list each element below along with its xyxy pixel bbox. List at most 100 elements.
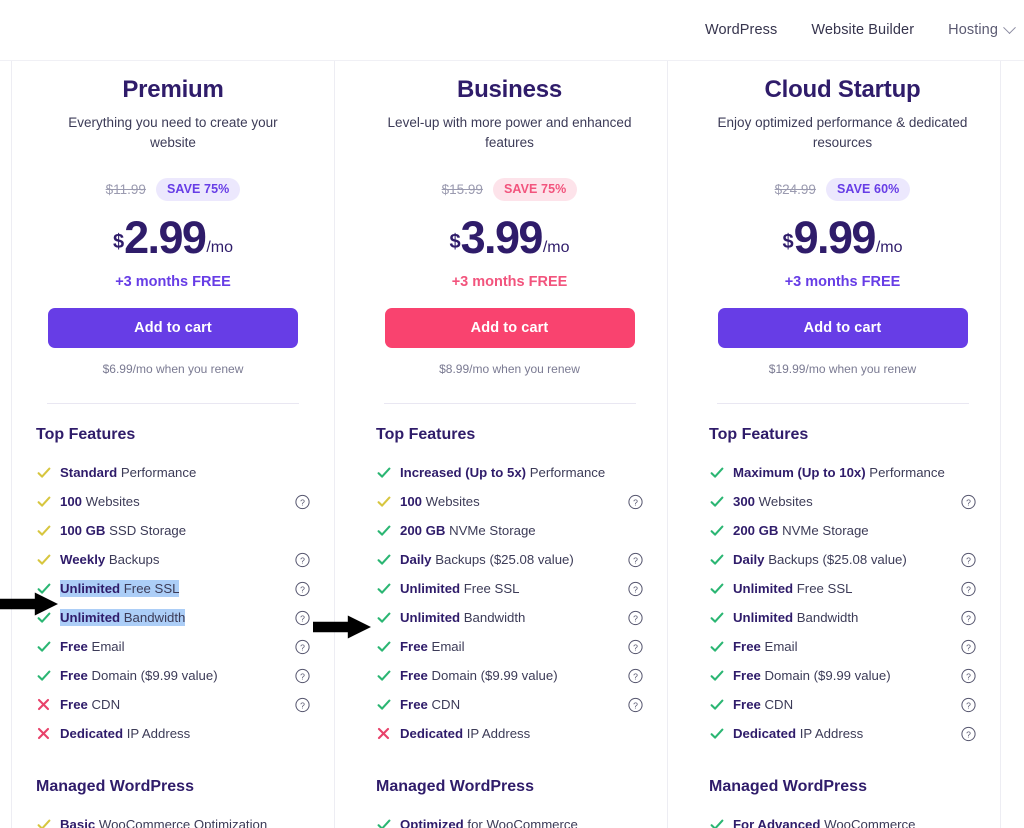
help-icon[interactable]: ? [295, 552, 310, 567]
feature-rest: Domain ($9.99 value) [87, 668, 218, 683]
feature-row: 100 Websites? [376, 487, 643, 516]
help-icon[interactable]: ? [628, 610, 643, 625]
feature-row: Free Domain ($9.99 value)? [709, 661, 976, 690]
feature-highlight: Free [60, 639, 88, 654]
feature-highlight: Dedicated [733, 726, 797, 741]
feature-row: Dedicated IP Address? [709, 719, 976, 748]
feature-text: Unlimited Bandwidth [60, 609, 186, 626]
add-to-cart-button[interactable]: Add to cart [717, 308, 968, 348]
feature-text: Free Domain ($9.99 value) [60, 667, 218, 684]
help-icon[interactable]: ? [961, 668, 976, 683]
managed-wordpress-list: For Advanced WooCommerce [709, 810, 976, 828]
check-icon-partial [36, 524, 51, 538]
help-icon[interactable]: ? [295, 639, 310, 654]
check-icon [709, 698, 724, 712]
feature-highlight: Standard [60, 465, 118, 480]
top-features-list: Increased (Up to 5x) Performance 100 Webs… [376, 458, 643, 748]
svg-text:?: ? [966, 729, 971, 739]
help-icon[interactable]: ? [628, 697, 643, 712]
help-icon[interactable]: ? [961, 494, 976, 509]
divider [47, 403, 299, 404]
feature-row: Free Email? [709, 632, 976, 661]
feature-text: 300 Websites [733, 493, 813, 510]
help-icon[interactable]: ? [961, 726, 976, 741]
feature-row: Basic WooCommerce Optimization [36, 810, 310, 828]
nav-item-hosting[interactable]: Hosting [948, 20, 1016, 38]
help-icon[interactable]: ? [961, 639, 976, 654]
feature-rest: IP Address [463, 726, 531, 741]
nav-item-label: WordPress [704, 22, 778, 38]
price-amount: 9.99 [793, 212, 877, 263]
feature-highlight: Free [400, 639, 428, 654]
help-icon[interactable]: ? [628, 581, 643, 596]
help-icon[interactable]: ? [961, 697, 976, 712]
managed-wordpress-heading: Managed WordPress [376, 778, 534, 795]
feature-text: Optimized for WooCommerce [400, 816, 578, 828]
add-to-cart-button[interactable]: Add to cart [48, 308, 298, 348]
feature-text: Dedicated IP Address [733, 725, 863, 742]
feature-rest: CDN [427, 697, 461, 712]
help-icon[interactable]: ? [628, 639, 643, 654]
feature-row: Daily Backups ($25.08 value)? [376, 545, 643, 574]
free-months-note: +3 months FREE [451, 274, 568, 290]
feature-highlight: Free [60, 697, 88, 712]
feature-row: Free CDN? [709, 690, 976, 719]
plan-card-premium: Premium Everything you need to create you… [11, 61, 335, 828]
cross-icon [36, 698, 51, 711]
help-icon[interactable]: ? [961, 581, 976, 596]
feature-row: Unlimited Bandwidth? [36, 603, 310, 632]
svg-text:?: ? [966, 497, 971, 507]
feature-row: Free Domain ($9.99 value)? [376, 661, 643, 690]
feature-text: Daily Backups ($25.08 value) [733, 551, 907, 568]
feature-row: Free CDN? [36, 690, 310, 719]
help-icon[interactable]: ? [961, 610, 976, 625]
feature-rest: for WooCommerce [463, 817, 578, 828]
feature-text: Dedicated IP Address [60, 725, 190, 742]
feature-row: Dedicated IP Address [36, 719, 310, 748]
feature-text: Free Email [733, 638, 798, 655]
feature-row: Standard Performance [36, 458, 310, 487]
feature-row: Unlimited Free SSL? [36, 574, 310, 603]
original-price: $15.99 [441, 181, 483, 197]
feature-highlight: Free [400, 668, 428, 683]
help-icon[interactable]: ? [295, 581, 310, 596]
help-icon[interactable]: ? [295, 494, 310, 509]
add-to-cart-button[interactable]: Add to cart [384, 308, 635, 348]
check-icon-partial [36, 553, 51, 567]
help-icon[interactable]: ? [295, 697, 310, 712]
feature-row: Maximum (Up to 10x) Performance [709, 458, 976, 487]
check-icon [36, 669, 51, 683]
check-icon [376, 669, 391, 683]
feature-row: For Advanced WooCommerce [709, 810, 976, 828]
feature-text: Unlimited Free SSL [733, 580, 852, 597]
help-icon[interactable]: ? [295, 610, 310, 625]
feature-highlight: Weekly [60, 552, 106, 567]
nav-item-website-builder[interactable]: Website Builder [811, 22, 914, 38]
renewal-note: $8.99/mo when you renew [439, 362, 580, 376]
feature-rest: WooCommerce [820, 817, 916, 828]
feature-text: Free CDN [400, 696, 460, 713]
svg-text:?: ? [966, 642, 971, 652]
feature-highlight: 300 [733, 494, 756, 509]
price-period: /mo [875, 239, 903, 256]
check-icon [376, 524, 391, 538]
nav-item-wordpress[interactable]: WordPress [705, 22, 777, 38]
price-badge-row: $15.99 SAVE 75% [376, 177, 643, 201]
feature-rest: Bandwidth [460, 610, 526, 625]
feature-highlight: Maximum (Up to 10x) [733, 465, 866, 480]
feature-text: Unlimited Bandwidth [733, 609, 858, 626]
help-icon[interactable]: ? [628, 494, 643, 509]
help-icon[interactable]: ? [295, 668, 310, 683]
help-icon[interactable]: ? [961, 552, 976, 567]
feature-text: Standard Performance [60, 464, 196, 481]
feature-text: Free Domain ($9.99 value) [400, 667, 558, 684]
feature-highlight: 200 GB [400, 523, 446, 538]
feature-rest: CDN [87, 697, 121, 712]
feature-row: Daily Backups ($25.08 value)? [709, 545, 976, 574]
svg-text:?: ? [966, 671, 971, 681]
help-icon[interactable]: ? [628, 668, 643, 683]
feature-highlight: Free [400, 697, 428, 712]
feature-row: Free Domain ($9.99 value)? [36, 661, 310, 690]
help-icon[interactable]: ? [628, 552, 643, 567]
svg-text:?: ? [633, 555, 638, 565]
